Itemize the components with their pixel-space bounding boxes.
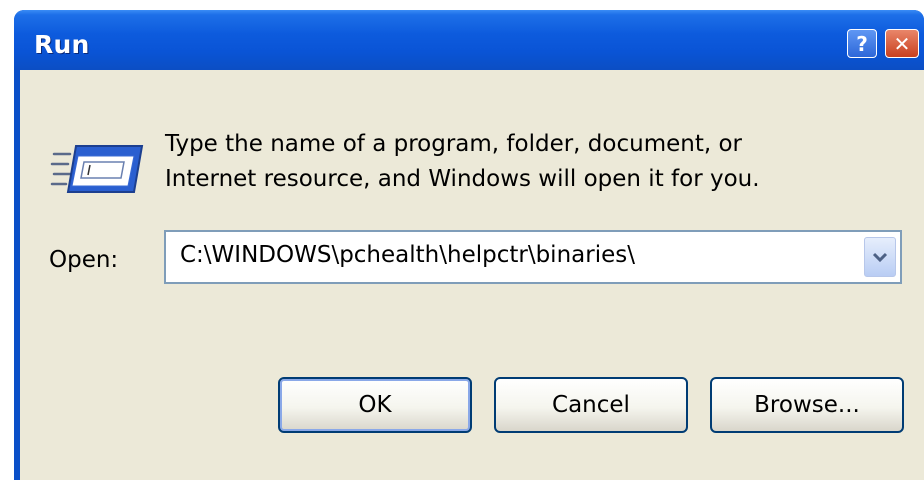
- description-line-1: Type the name of a program, folder, docu…: [165, 131, 742, 157]
- window-title: Run: [34, 30, 90, 59]
- description-line-2: Internet resource, and Windows will open…: [165, 166, 760, 192]
- ok-button[interactable]: OK: [278, 377, 472, 433]
- close-button[interactable]: ✕: [885, 29, 919, 58]
- description-text: Type the name of a program, folder, docu…: [165, 127, 760, 197]
- open-combobox[interactable]: C:\WINDOWS\pchealth\helpctr\binaries\: [164, 230, 902, 284]
- dialog-body: Type the name of a program, folder, docu…: [20, 70, 924, 480]
- cancel-button[interactable]: Cancel: [494, 377, 688, 433]
- open-input[interactable]: C:\WINDOWS\pchealth\helpctr\binaries\: [180, 242, 635, 268]
- run-dialog-window: Run ? ✕ Type the name of a program, fold…: [14, 10, 924, 480]
- chevron-down-icon: [872, 252, 888, 263]
- browse-button[interactable]: Browse...: [710, 377, 904, 433]
- dropdown-button[interactable]: [864, 237, 896, 277]
- title-bar[interactable]: Run ? ✕: [14, 10, 924, 70]
- close-icon: ✕: [893, 31, 911, 56]
- help-button[interactable]: ?: [847, 29, 877, 58]
- run-program-icon: [50, 145, 144, 193]
- open-label: Open:: [49, 247, 119, 273]
- help-icon: ?: [856, 31, 868, 56]
